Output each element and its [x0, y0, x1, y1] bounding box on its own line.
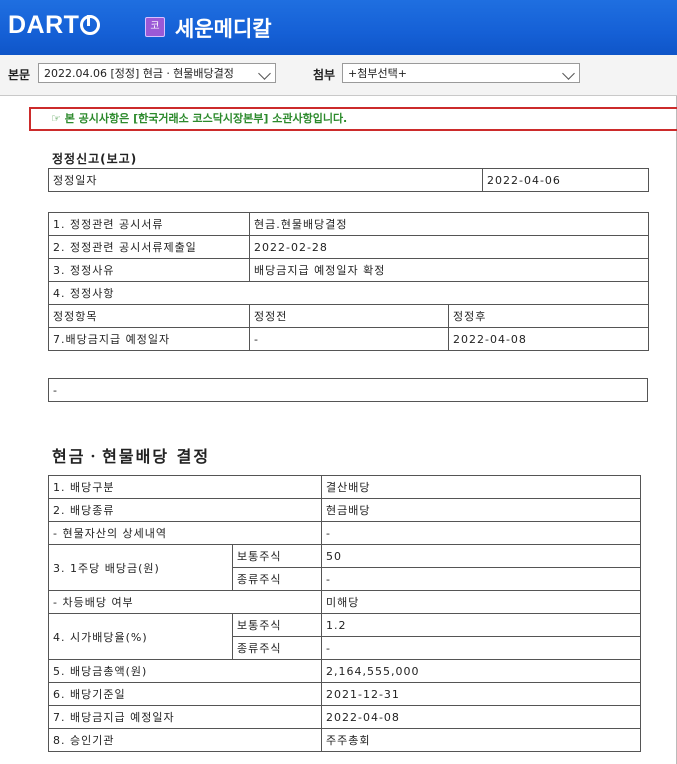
table-row: 5. 배당금총액(원) 2,164,555,000: [48, 659, 641, 683]
row-label: - 차등배당 여부: [48, 590, 322, 614]
row-label: 4. 시가배당율(%): [48, 613, 233, 660]
market-badge: 코: [145, 17, 165, 37]
row-value: 50: [321, 544, 641, 568]
table-row: 4. 시가배당율(%) 보통주식 1.2: [48, 613, 641, 660]
table-row: 6. 배당기준일 2021-12-31: [48, 682, 641, 706]
row-value: 현금.현물배당결정: [249, 212, 649, 236]
row-label: 1. 배당구분: [48, 475, 322, 499]
row-value: 결산배당: [321, 475, 641, 499]
row-value: 1.2: [321, 613, 641, 637]
dividend-table: 1. 배당구분 결산배당 2. 배당종류 현금배당 - 현물자산의 상세내역 -…: [48, 475, 641, 752]
table-row: 1. 배당구분 결산배당: [48, 475, 641, 499]
table-row: 2. 배당종류 현금배당: [48, 498, 641, 522]
row-label: 8. 승인기관: [48, 728, 322, 752]
row-value: 2021-12-31: [321, 682, 641, 706]
sub-label-common: 보통주식: [232, 613, 322, 637]
attachment-select-value: +첨부선택+: [348, 67, 407, 80]
row-value: 주주총회: [321, 728, 641, 752]
date-label: 정정일자: [48, 168, 483, 192]
main-doc-label: 본문: [8, 68, 31, 82]
row-value: -: [321, 567, 641, 591]
dividend-title: 현금ㆍ현물배당 결정: [52, 447, 211, 466]
change-item: 7.배당금지급 예정일자: [48, 327, 250, 351]
row-label: 6. 배당기준일: [48, 682, 322, 706]
dart-logo[interactable]: DAR T: [8, 11, 101, 40]
row-value: 배당금지급 예정일자 확정: [249, 258, 649, 282]
correction-title: 정정신고(보고): [52, 152, 138, 166]
main-doc-select[interactable]: 2022.04.06 [정정] 현금ㆍ현물배당결정: [38, 63, 276, 83]
chevron-down-icon: [562, 67, 575, 80]
attachment-select[interactable]: +첨부선택+: [342, 63, 580, 83]
row-value: 미해당: [321, 590, 641, 614]
row-label: 2. 정정관련 공시서류제출일: [48, 235, 250, 259]
row-label: 5. 배당금총액(원): [48, 659, 322, 683]
table-row: -: [48, 378, 648, 402]
table-row: 정정항목 정정전 정정후: [48, 304, 649, 328]
table-row: 3. 정정사유 배당금지급 예정일자 확정: [48, 258, 649, 282]
table-row: - 현물자산의 상세내역 -: [48, 521, 641, 545]
row-value: 2,164,555,000: [321, 659, 641, 683]
col-header-item: 정정항목: [48, 304, 250, 328]
date-value: 2022-04-06: [482, 168, 649, 192]
change-before: -: [249, 327, 449, 351]
main-doc-select-value: 2022.04.06 [정정] 현금ㆍ현물배당결정: [44, 67, 234, 80]
row-value: -: [321, 521, 641, 545]
row-label: 4. 정정사항: [48, 281, 649, 305]
logo-ring-icon: [80, 14, 101, 35]
row-label: 3. 1주당 배당금(원): [48, 544, 233, 591]
company-name: 세운메디칼: [175, 17, 272, 41]
table-row: 1. 정정관련 공시서류 현금.현물배당결정: [48, 212, 649, 236]
table-row: - 차등배당 여부 미해당: [48, 590, 641, 614]
row-value: 2022-02-28: [249, 235, 649, 259]
sub-label-preferred: 종류주식: [232, 636, 322, 660]
row-value: 2022-04-08: [321, 705, 641, 729]
col-header-after: 정정후: [448, 304, 649, 328]
col-header-before: 정정전: [249, 304, 449, 328]
table-row: 2. 정정관련 공시서류제출일 2022-02-28: [48, 235, 649, 259]
document-toolbar: 본문 2022.04.06 [정정] 현금ㆍ현물배당결정 첨부 +첨부선택+: [0, 55, 677, 96]
row-value: 현금배당: [321, 498, 641, 522]
sub-label-preferred: 종류주식: [232, 567, 322, 591]
row-value: -: [321, 636, 641, 660]
chevron-down-icon: [258, 67, 271, 80]
row-label: 2. 배당종류: [48, 498, 322, 522]
sub-label-common: 보통주식: [232, 544, 322, 568]
row-label: 1. 정정관련 공시서류: [48, 212, 250, 236]
table-row: 7.배당금지급 예정일자 - 2022-04-08: [48, 327, 649, 351]
correction-date-table: 정정일자 2022-04-06: [48, 168, 649, 192]
table-row: 8. 승인기관 주주총회: [48, 728, 641, 752]
row-label: 3. 정정사유: [48, 258, 250, 282]
remark-table: -: [48, 378, 648, 402]
remark-value: -: [48, 378, 648, 402]
table-row: 4. 정정사항: [48, 281, 649, 305]
jurisdiction-notice: ☞ 본 공시사항은 [한국거래소 코스닥시장본부] 소관사항입니다.: [29, 107, 677, 131]
change-after: 2022-04-08: [448, 327, 649, 351]
table-row: 3. 1주당 배당금(원) 보통주식 50: [48, 544, 641, 591]
correction-detail-table: 1. 정정관련 공시서류 현금.현물배당결정 2. 정정관련 공시서류제출일 2…: [48, 212, 649, 351]
table-row: 7. 배당금지급 예정일자 2022-04-08: [48, 705, 641, 729]
attachment-label: 첨부: [313, 68, 336, 82]
row-label: 7. 배당금지급 예정일자: [48, 705, 322, 729]
row-label: - 현물자산의 상세내역: [48, 521, 322, 545]
header-bar: DAR T 코 세운메디칼: [0, 0, 677, 55]
table-row: 정정일자 2022-04-06: [48, 168, 649, 192]
